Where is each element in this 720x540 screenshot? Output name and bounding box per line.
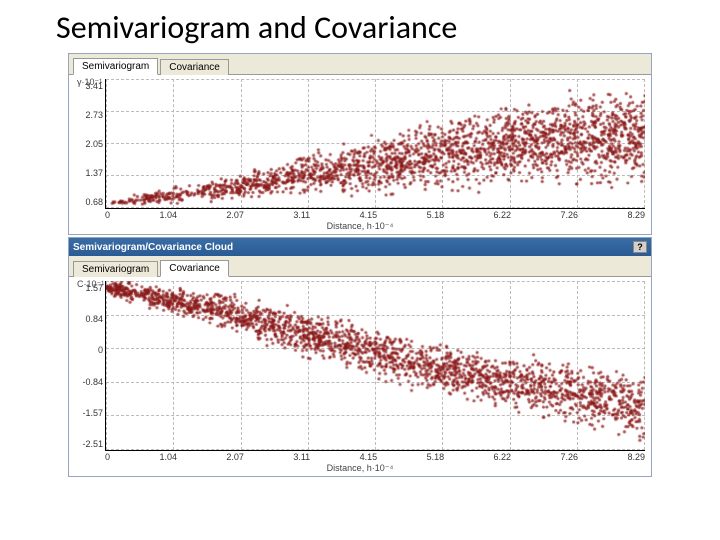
tab-covariance[interactable]: Covariance — [160, 59, 229, 75]
x-tick: 0 — [105, 210, 110, 220]
tab-semivariogram[interactable]: Semivariogram — [73, 58, 158, 75]
tab-covariance[interactable]: Covariance — [160, 260, 229, 277]
help-icon[interactable]: ? — [633, 241, 647, 253]
x-tick: 3.11 — [293, 210, 310, 220]
y-tick: 2.73 — [75, 110, 103, 120]
y-axis-ticks: 1.57 0.84 0 -0.84 -1.57 -2.51 — [75, 281, 105, 451]
x-tick: 1.04 — [159, 452, 177, 462]
x-tick: 8.29 — [627, 452, 645, 462]
covariance-scatter — [106, 281, 645, 450]
tabstrip-top: Semivariogram Covariance — [69, 54, 651, 75]
covariance-chart: C·10⁻¹ 1.57 0.84 0 -0.84 -1.57 -2.51 0 — [69, 277, 651, 476]
window-title: Semivariogram/Covariance Cloud — [73, 242, 233, 253]
tab-semivariogram[interactable]: Semivariogram — [73, 261, 158, 277]
x-tick: 2.07 — [226, 452, 244, 462]
covariance-plot — [105, 281, 645, 451]
tabstrip-bottom: Semivariogram Covariance — [69, 256, 651, 277]
x-tick: 4.15 — [360, 210, 378, 220]
y-tick: 0.84 — [75, 314, 103, 324]
y-tick: 0 — [75, 345, 103, 355]
semivariogram-scatter — [106, 79, 645, 208]
x-tick: 3.11 — [293, 452, 310, 462]
x-tick: 5.18 — [427, 452, 445, 462]
y-axis-ticks: 3.41 2.73 2.05 1.37 0.68 — [75, 79, 105, 209]
y-tick: 1.37 — [75, 168, 103, 178]
panels-container: Semivariogram Covariance γ·10⁻¹ 3.41 2.7… — [0, 53, 720, 477]
y-tick: -1.57 — [75, 408, 103, 418]
y-axis-exponent: γ·10⁻¹ — [77, 77, 102, 88]
x-axis-label: Distance, h·10⁻⁴ — [75, 462, 645, 474]
y-tick: -2.51 — [75, 439, 103, 449]
covariance-window: Semivariogram/Covariance Cloud ? Semivar… — [68, 237, 652, 477]
x-tick: 0 — [105, 452, 110, 462]
semivariogram-plot — [105, 79, 645, 209]
y-tick: 2.05 — [75, 139, 103, 149]
x-tick: 6.22 — [494, 452, 512, 462]
x-tick: 5.18 — [427, 210, 445, 220]
x-tick: 6.22 — [494, 210, 512, 220]
x-tick: 7.26 — [560, 210, 578, 220]
slide-title: Semivariogram and Covariance — [0, 0, 720, 53]
x-tick: 7.26 — [560, 452, 578, 462]
x-tick: 2.07 — [226, 210, 244, 220]
y-axis-exponent: C·10⁻¹ — [77, 279, 104, 290]
y-tick: 0.68 — [75, 197, 103, 207]
x-tick: 1.04 — [159, 210, 177, 220]
y-tick: -0.84 — [75, 377, 103, 387]
x-axis-ticks: 0 1.04 2.07 3.11 4.15 5.18 6.22 7.26 8.2… — [75, 209, 645, 220]
window-titlebar: Semivariogram/Covariance Cloud ? — [69, 238, 651, 256]
x-tick: 4.15 — [360, 452, 378, 462]
x-axis-ticks: 0 1.04 2.07 3.11 4.15 5.18 6.22 7.26 8.2… — [75, 451, 645, 462]
x-tick: 8.29 — [627, 210, 645, 220]
semivariogram-chart: γ·10⁻¹ 3.41 2.73 2.05 1.37 0.68 0 1.04 — [69, 75, 651, 234]
x-axis-label: Distance, h·10⁻⁴ — [75, 220, 645, 232]
semivariogram-window: Semivariogram Covariance γ·10⁻¹ 3.41 2.7… — [68, 53, 652, 235]
